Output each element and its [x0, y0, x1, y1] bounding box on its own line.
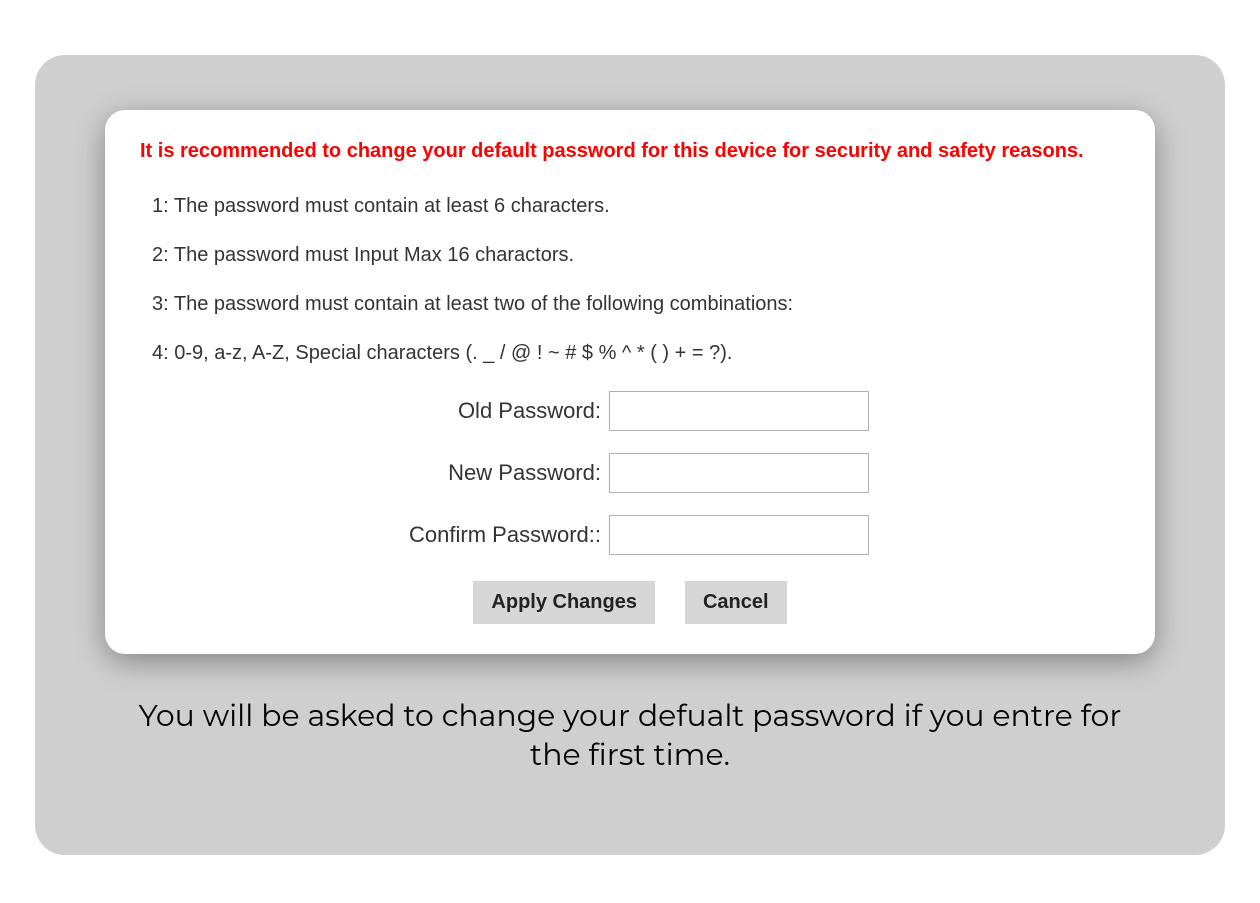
confirm-password-label: Confirm Password::	[391, 522, 601, 548]
old-password-label: Old Password:	[391, 398, 601, 424]
panel-container: It is recommended to change your default…	[35, 55, 1225, 855]
password-rule-2: 2: The password must Input Max 16 charac…	[152, 244, 1120, 267]
old-password-input[interactable]	[609, 391, 869, 431]
new-password-row: New Password:	[391, 453, 869, 493]
warning-message: It is recommended to change your default…	[140, 140, 1120, 163]
password-rule-4: 4: 0-9, a-z, A-Z, Special characters (. …	[152, 342, 1120, 365]
password-rule-1: 1: The password must contain at least 6 …	[152, 195, 1120, 218]
password-form: Old Password: New Password: Confirm Pass…	[140, 391, 1120, 624]
apply-changes-button[interactable]: Apply Changes	[473, 581, 655, 624]
password-rule-3: 3: The password must contain at least tw…	[152, 293, 1120, 316]
password-change-dialog: It is recommended to change your default…	[105, 110, 1155, 654]
confirm-password-input[interactable]	[609, 515, 869, 555]
new-password-input[interactable]	[609, 453, 869, 493]
new-password-label: New Password:	[391, 460, 601, 486]
button-row: Apply Changes Cancel	[473, 581, 786, 624]
confirm-password-row: Confirm Password::	[391, 515, 869, 555]
cancel-button[interactable]: Cancel	[685, 581, 787, 624]
old-password-row: Old Password:	[391, 391, 869, 431]
caption-text: You will be asked to change your defualt…	[105, 696, 1155, 774]
